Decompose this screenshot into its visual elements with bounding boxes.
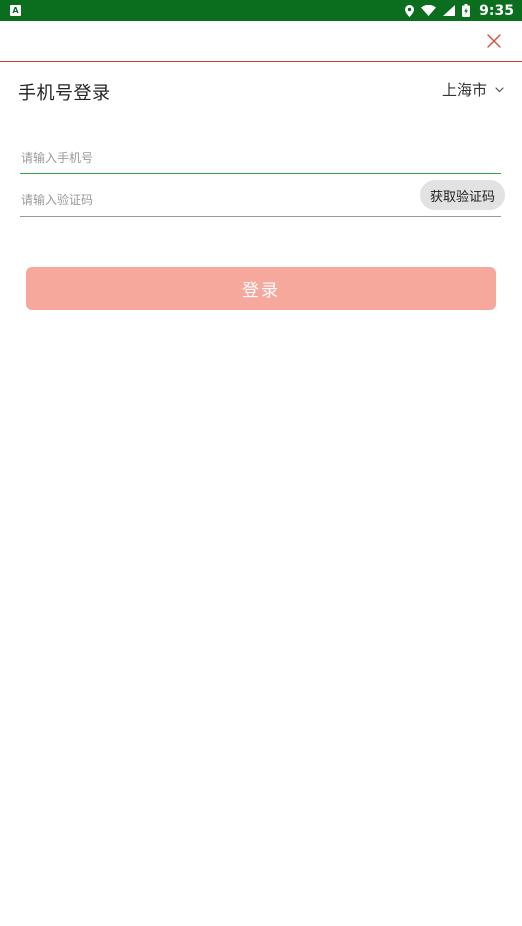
city-selector[interactable]: 上海市 <box>442 79 504 100</box>
chevron-down-icon <box>495 86 504 92</box>
wifi-icon <box>421 5 437 16</box>
signal-icon <box>443 5 456 16</box>
close-icon <box>487 34 501 48</box>
battery-icon <box>462 4 471 17</box>
status-icons: 9:35 <box>405 0 514 21</box>
verification-code-field: 获取验证码 <box>20 180 505 217</box>
city-label: 上海市 <box>441 81 487 99</box>
status-bar: A 9:35 <box>0 0 522 21</box>
top-bar <box>0 21 522 62</box>
phone-field <box>20 140 501 174</box>
page-title: 手机号登录 <box>18 83 111 104</box>
status-time: 9:35 <box>479 2 514 19</box>
location-icon <box>405 4 415 17</box>
phone-input[interactable] <box>20 148 401 168</box>
title-row: 手机号登录 上海市 <box>0 62 522 118</box>
notification-a-icon: A <box>10 5 21 16</box>
verification-code-input[interactable] <box>20 190 401 210</box>
login-button[interactable]: 登录 <box>26 267 496 310</box>
get-code-button[interactable]: 获取验证码 <box>419 180 505 210</box>
close-button[interactable] <box>484 31 504 51</box>
